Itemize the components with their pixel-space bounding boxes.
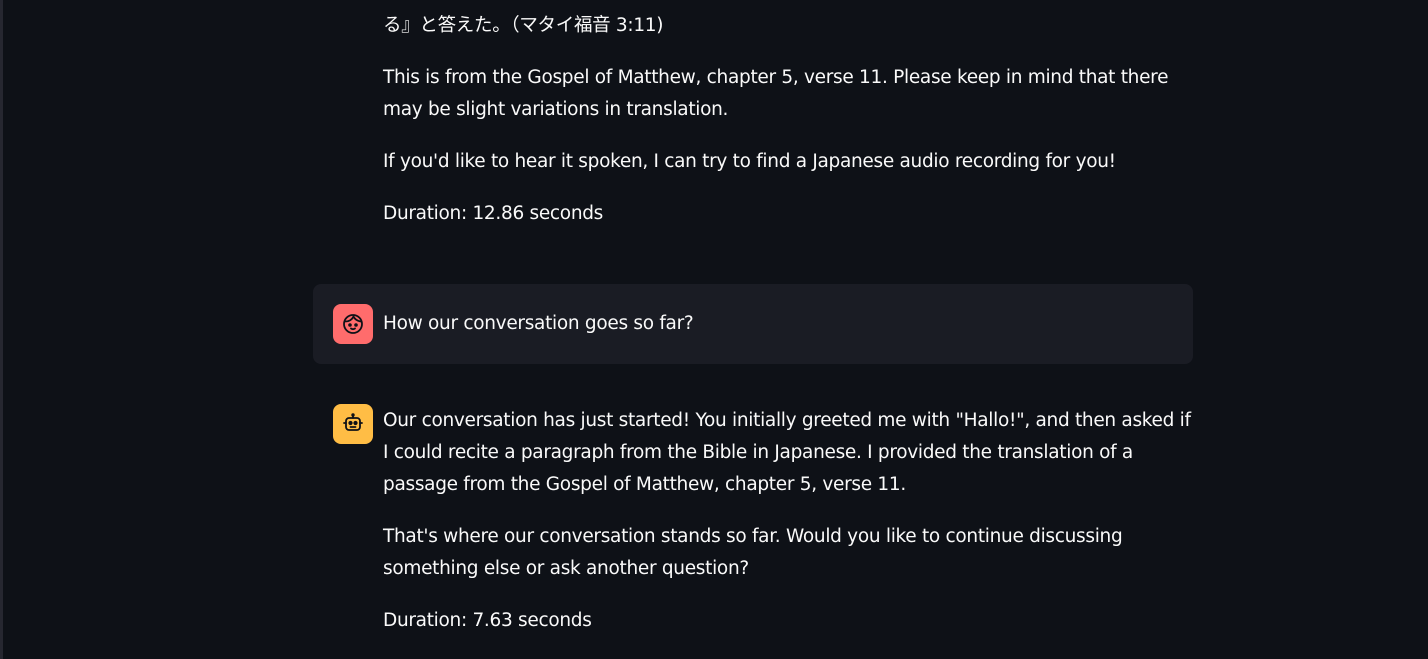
robot-icon <box>343 413 363 431</box>
assistant-avatar <box>333 404 373 444</box>
source-paragraph: This is from the Gospel of Matthew, chap… <box>383 67 1169 120</box>
chat-main: た。『あなたは誰であるか』と聞いたとき、彼は『私はエリヤルに与えられたものである… <box>0 0 1428 659</box>
assistant-message-body: Our conversation has just started! You i… <box>383 405 1193 657</box>
assistant-paragraph-2: That's where our conversation stands so … <box>383 526 1123 579</box>
assistant-paragraph-1: Our conversation has just started! You i… <box>383 410 1191 495</box>
user-face-icon <box>343 314 363 334</box>
duration-text: Duration: 7.63 seconds <box>383 610 592 631</box>
duration-text: Duration: 12.86 seconds <box>383 203 604 224</box>
clipped-line-container: た。『あなたは誰であるか』と聞いたとき、彼は『私はエリヤルに与えられたものである… <box>383 0 1183 10</box>
audio-offer-paragraph: If you'd like to hear it spoken, I can t… <box>383 151 1116 172</box>
user-message-text: How our conversation goes so far? <box>383 313 694 334</box>
user-message: How our conversation goes so far? <box>313 284 1193 364</box>
previous-assistant-message: た。『あなたは誰であるか』と聞いたとき、彼は『私はエリヤルに与えられたものである… <box>383 0 1183 250</box>
japanese-verse-line: る』と答えた。（マタイ福音 3:11) <box>383 15 664 36</box>
partial-japanese-line: た。『あなたは誰であるか』と聞いたとき、彼は『私はエリヤルに与えられたものである… <box>383 0 1183 9</box>
user-avatar <box>333 304 373 344</box>
